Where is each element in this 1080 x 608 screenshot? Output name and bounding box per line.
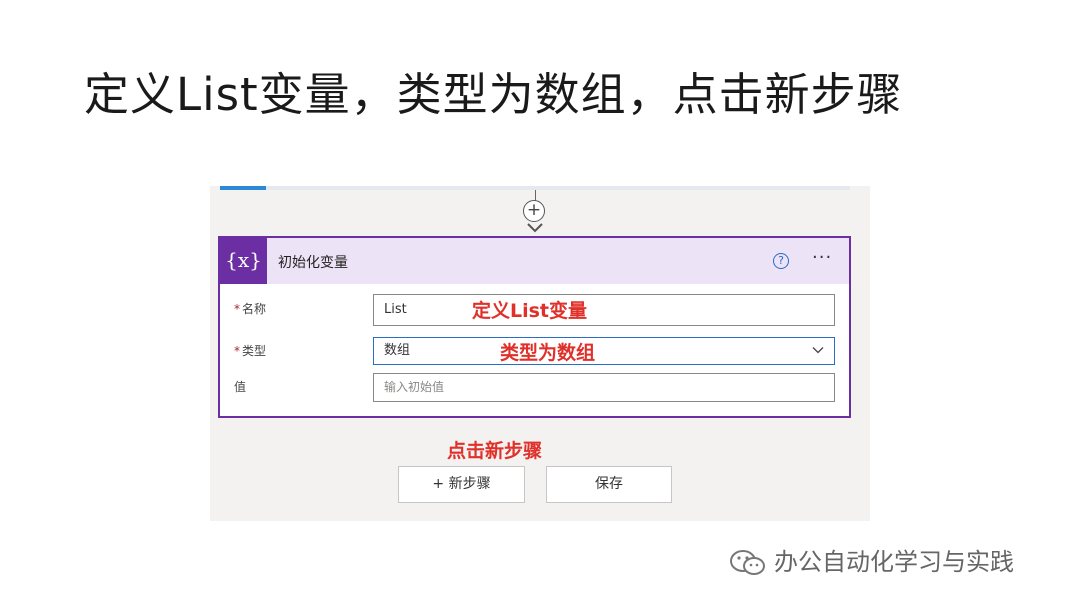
card-title: 初始化变量 — [278, 255, 348, 271]
help-icon[interactable]: ? — [773, 253, 789, 269]
chevron-down-icon — [812, 347, 824, 354]
new-step-button[interactable]: + 新步骤 — [398, 466, 525, 503]
wechat-icon — [730, 550, 765, 575]
type-select-value: 数组 — [384, 343, 411, 358]
required-mark: * — [234, 344, 240, 358]
card-header[interactable]: {x} 初始化变量 ? ··· — [220, 238, 849, 284]
arrow-down-icon — [527, 223, 543, 233]
more-options-icon[interactable]: ··· — [812, 247, 832, 268]
variable-icon: {x} — [220, 238, 267, 284]
value-label: 值 — [234, 380, 247, 394]
top-bar-active-indicator — [220, 186, 266, 190]
type-select[interactable]: 数组 — [373, 337, 835, 365]
annotation-define-list: 定义List变量 — [472, 300, 588, 322]
name-input[interactable]: List — [373, 294, 835, 326]
watermark-text: 办公自动化学习与实践 — [774, 548, 1014, 576]
value-input-placeholder: 输入初始值 — [384, 380, 445, 394]
type-label: * 类型 — [234, 344, 267, 358]
name-label: * 名称 — [234, 302, 267, 316]
required-mark: * — [234, 302, 240, 316]
initialize-variable-card: {x} 初始化变量 ? ··· * 名称 List * 类型 数组 值 输入初始值 — [218, 236, 851, 418]
insert-step-button[interactable]: + — [523, 200, 545, 222]
annotation-click-new-step: 点击新步骤 — [447, 440, 543, 462]
watermark: 办公自动化学习与实践 — [728, 542, 1014, 578]
value-input[interactable]: 输入初始值 — [373, 373, 835, 402]
name-input-value: List — [384, 302, 407, 317]
slide-title: 定义List变量，类型为数组，点击新步骤 — [84, 68, 903, 121]
annotation-type-array: 类型为数组 — [500, 342, 596, 364]
save-button[interactable]: 保存 — [546, 466, 672, 503]
